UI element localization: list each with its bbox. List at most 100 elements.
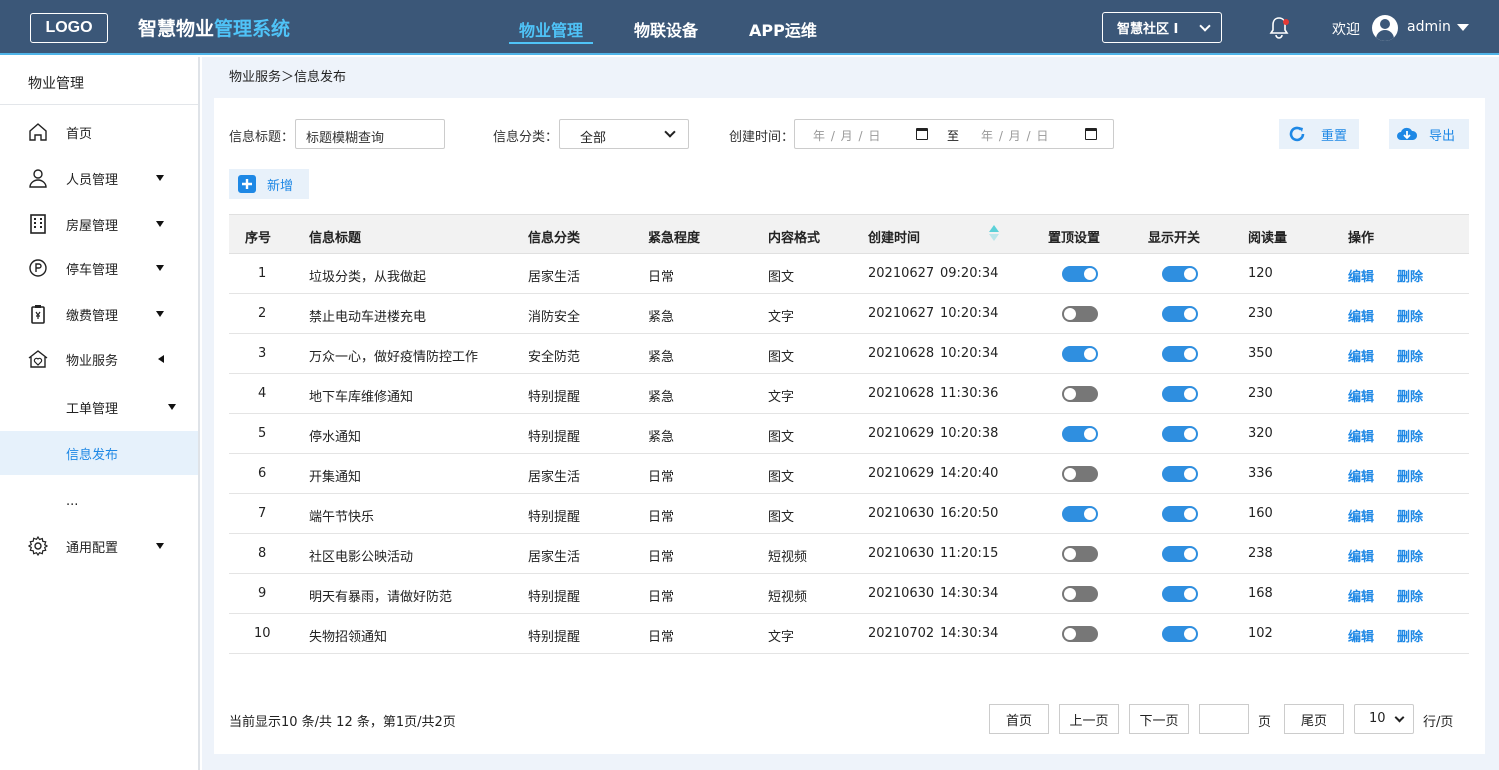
payment-icon (31, 305, 45, 324)
sidebar-item-info-publish[interactable]: 信息发布 (0, 431, 198, 475)
pin-toggle[interactable] (1062, 266, 1098, 282)
nav-app-ops[interactable]: APP运维 (749, 17, 817, 41)
next-page-button[interactable]: 下一页 (1129, 704, 1189, 734)
pin-toggle[interactable] (1062, 386, 1098, 402)
calendar-icon[interactable] (1085, 128, 1097, 140)
edit-link[interactable]: 编辑 (1348, 626, 1374, 645)
delete-link[interactable]: 删除 (1397, 346, 1423, 365)
export-button[interactable]: 导出 (1389, 119, 1469, 149)
row-title: 禁止电动车进楼充电 (309, 310, 427, 325)
sidebar-item-more[interactable]: ... (0, 479, 198, 523)
first-page-button[interactable]: 首页 (989, 704, 1049, 734)
delete-link[interactable]: 删除 (1397, 266, 1423, 285)
caret-down-icon[interactable] (1457, 24, 1469, 31)
pin-toggle[interactable] (1062, 466, 1098, 482)
pin-toggle[interactable] (1062, 626, 1098, 642)
delete-link[interactable]: 删除 (1397, 626, 1423, 645)
row-urgency: 日常 (648, 510, 675, 525)
column-header[interactable]: 创建时间 (868, 227, 920, 246)
row-urgency: 日常 (648, 470, 675, 485)
edit-link[interactable]: 编辑 (1348, 266, 1374, 285)
row-time: 14:30:34 (940, 586, 999, 601)
sidebar-item-work-orders[interactable]: 工单管理 (0, 385, 198, 429)
delete-link[interactable]: 删除 (1397, 586, 1423, 605)
column-header: 紧急程度 (648, 231, 701, 246)
add-button[interactable]: 新增 (229, 169, 309, 199)
prev-page-button[interactable]: 上一页 (1059, 704, 1119, 734)
community-select[interactable]: 智慧社区 I (1102, 12, 1222, 43)
edit-link[interactable]: 编辑 (1348, 586, 1374, 605)
sidebar-item-housing[interactable]: 房屋管理 (0, 202, 198, 246)
row-category: 居家生活 (528, 270, 581, 285)
bell-icon[interactable] (1268, 16, 1290, 40)
row-category: 居家生活 (528, 550, 581, 565)
avatar[interactable] (1372, 15, 1398, 41)
nav-iot-devices[interactable]: 物联设备 (634, 17, 698, 41)
sort-descending-icon[interactable] (989, 234, 999, 241)
sidebar-item-home[interactable]: 首页 (0, 110, 198, 154)
visibility-toggle[interactable] (1162, 426, 1198, 442)
sidebar-item-personnel[interactable]: 人员管理 (0, 156, 198, 200)
last-page-button[interactable]: 尾页 (1284, 704, 1344, 734)
pin-toggle[interactable] (1062, 346, 1098, 362)
edit-link[interactable]: 编辑 (1348, 466, 1374, 485)
edit-link[interactable]: 编辑 (1348, 426, 1374, 445)
user-name[interactable]: admin (1407, 19, 1451, 35)
page-unit-label: 页 (1258, 715, 1272, 730)
visibility-toggle[interactable] (1162, 466, 1198, 482)
delete-link[interactable]: 删除 (1397, 426, 1423, 445)
sidebar-item-payment[interactable]: 缴费管理 (0, 292, 198, 336)
edit-link[interactable]: 编辑 (1348, 546, 1374, 565)
sidebar-item-property-service[interactable]: 物业服务 (0, 337, 198, 381)
caret-down-icon (156, 311, 164, 317)
visibility-toggle[interactable] (1162, 626, 1198, 642)
sort-ascending-icon[interactable] (989, 225, 999, 232)
reset-button[interactable]: 重置 (1279, 119, 1359, 149)
delete-link[interactable]: 删除 (1397, 466, 1423, 485)
row-number: 5 (258, 426, 267, 441)
edit-link[interactable]: 编辑 (1348, 506, 1374, 525)
delete-link[interactable]: 删除 (1397, 546, 1423, 565)
calendar-icon[interactable] (916, 128, 928, 140)
row-date: 20210627 (868, 306, 935, 321)
visibility-toggle[interactable] (1162, 386, 1198, 402)
edit-link[interactable]: 编辑 (1348, 346, 1374, 365)
category-select[interactable]: 全部 (559, 119, 689, 149)
row-category: 安全防范 (528, 350, 581, 365)
visibility-toggle[interactable] (1162, 266, 1198, 282)
page-size-select[interactable]: 10 (1354, 704, 1414, 734)
title-search-input[interactable]: 标题模糊查询 (295, 119, 445, 149)
pin-toggle[interactable] (1062, 506, 1098, 522)
page-number-input[interactable] (1199, 704, 1249, 734)
home-icon (29, 123, 47, 141)
visibility-toggle[interactable] (1162, 346, 1198, 362)
visibility-toggle[interactable] (1162, 586, 1198, 602)
pin-toggle[interactable] (1062, 426, 1098, 442)
column-header: 置顶设置 (1048, 231, 1101, 246)
column-header: 显示开关 (1148, 231, 1201, 246)
sidebar-item-parking[interactable]: 停车管理 (0, 246, 198, 290)
house-service-icon (28, 350, 48, 368)
delete-link[interactable]: 删除 (1397, 386, 1423, 405)
row-date: 20210627 (868, 266, 935, 281)
chevron-down-icon (1199, 20, 1211, 32)
edit-link[interactable]: 编辑 (1348, 306, 1374, 325)
date-range-input[interactable]: 年 / 月 / 日 至 年 / 月 / 日 (794, 119, 1114, 149)
row-date: 20210628 (868, 386, 935, 401)
nav-property-management[interactable]: 物业管理 (508, 17, 594, 44)
delete-link[interactable]: 删除 (1397, 306, 1423, 325)
delete-link[interactable]: 删除 (1397, 506, 1423, 525)
visibility-toggle[interactable] (1162, 546, 1198, 562)
user-icon (29, 169, 47, 188)
sidebar-item-general-config[interactable]: 通用配置 (0, 524, 198, 568)
row-reads: 320 (1248, 426, 1273, 441)
pin-toggle[interactable] (1062, 306, 1098, 322)
row-reads: 102 (1248, 626, 1273, 641)
visibility-toggle[interactable] (1162, 306, 1198, 322)
pin-toggle[interactable] (1062, 546, 1098, 562)
row-title: 垃圾分类，从我做起 (309, 270, 427, 285)
system-title: 智慧物业管理系统 (138, 18, 291, 40)
pin-toggle[interactable] (1062, 586, 1098, 602)
visibility-toggle[interactable] (1162, 506, 1198, 522)
edit-link[interactable]: 编辑 (1348, 386, 1374, 405)
